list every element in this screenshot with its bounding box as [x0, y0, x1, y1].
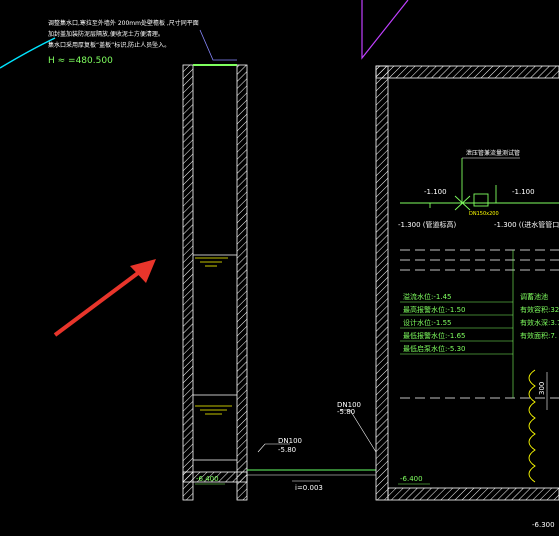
- water-level-5: 最低启泵水位:-5.30: [403, 344, 465, 353]
- cad-drawing: 调整集水口,寒拉至外墙外 200mm处壁檐板 ,尺寸同平面 加封盖加装防泥层隔放…: [0, 0, 559, 529]
- note-line-1: 调整集水口,寒拉至外墙外 200mm处壁檐板 ,尺寸同平面: [48, 19, 199, 27]
- water-level-3: 设计水位:-1.55: [403, 318, 451, 327]
- right-note-1: 调蓄池池: [520, 292, 548, 301]
- right-bottom-elevation: -6.400: [400, 475, 423, 483]
- valve-left-elevation: -1.100: [424, 188, 447, 196]
- red-arrow: [53, 259, 156, 337]
- valve-right-elevation: -1.100: [512, 188, 535, 196]
- valve-right-pipe-elevation: -1.300 ((进水管管口标高): [494, 220, 559, 229]
- connecting-pipe: [247, 409, 377, 476]
- pipe-dn-left: DN100: [278, 437, 302, 445]
- dim-label: 300: [538, 382, 546, 395]
- water-level-1: 溢流水位:-1.45: [403, 292, 451, 301]
- note-line-2: 加封盖加装防泥层隔放,便收泥土方便清理。: [48, 30, 164, 38]
- left-shaft: [182, 64, 248, 501]
- h-elevation-label: H ≈ =480.500: [48, 56, 113, 66]
- right-note-2: 有效容积:32: [520, 305, 559, 314]
- water-level-list: 溢流水位:-1.45 最高报警水位:-1.50 设计水位:-1.55 最低报警水…: [400, 250, 514, 398]
- magenta-line: [361, 0, 409, 60]
- left-bottom-elevation: -6.400: [196, 475, 219, 483]
- valve-title: 泄压管兼流量测试管: [466, 149, 520, 157]
- valve-assembly: [400, 158, 559, 211]
- water-level-2: 最高报警水位:-1.50: [403, 305, 465, 314]
- right-tank: [375, 65, 559, 501]
- water-symbol-lower: [195, 405, 232, 415]
- pipe-dn-left-sub: -5.80: [278, 446, 296, 454]
- note-line-3: 集水口采用厚复板“盖板”标识,防止人员坠入。: [48, 41, 170, 49]
- right-note-3: 有效水深:3.7: [520, 318, 559, 327]
- note-leader: [199, 29, 237, 61]
- valve-left-pipe-elevation: -1.300 (管道标高): [398, 220, 457, 229]
- water-symbol-upper: [195, 257, 228, 267]
- right-note-4: 有效面积:7.: [520, 331, 557, 340]
- cyan-curve: [0, 37, 56, 69]
- right-corner-elevation: -6.300: [532, 521, 555, 529]
- water-level-4: 最低报警水位:-1.65: [403, 331, 465, 340]
- valve-code: DN150x200: [469, 211, 499, 217]
- pipe-slope: i=0.003: [295, 484, 323, 492]
- pipe-dn-right-sub: -5.80: [337, 408, 355, 416]
- pump-outline: [528, 369, 536, 483]
